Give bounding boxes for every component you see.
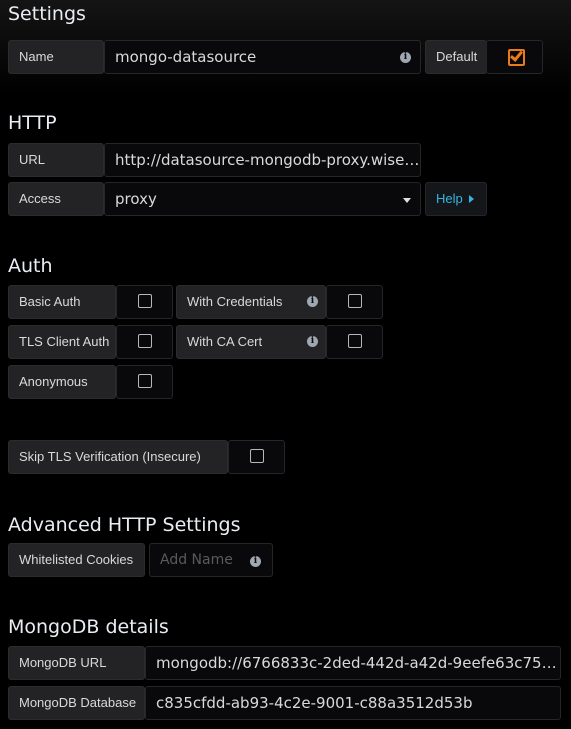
with-credentials-checkbox-cell[interactable] bbox=[326, 285, 383, 319]
url-value: http://datasource-mongodb-proxy.wise-pa bbox=[115, 151, 420, 169]
name-label: Name bbox=[8, 40, 104, 74]
with-credentials-checkbox[interactable] bbox=[348, 294, 362, 308]
default-checkbox-cell[interactable] bbox=[486, 40, 543, 74]
skip-tls-label: Skip TLS Verification (Insecure) bbox=[8, 440, 228, 474]
access-value: proxy bbox=[115, 190, 157, 208]
whitelisted-cookies-label: Whitelisted Cookies bbox=[8, 543, 145, 577]
url-input[interactable]: http://datasource-mongodb-proxy.wise-pa bbox=[104, 143, 421, 177]
cookies-info-icon[interactable]: i bbox=[250, 556, 261, 567]
chevron-right-icon bbox=[469, 195, 474, 203]
chevron-down-icon bbox=[403, 198, 411, 203]
basic-auth-checkbox[interactable] bbox=[138, 294, 152, 308]
url-label: URL bbox=[8, 143, 104, 177]
mongodb-database-label: MongoDB Database bbox=[8, 686, 145, 720]
with-credentials-info-icon[interactable]: i bbox=[307, 296, 318, 307]
access-select[interactable]: proxy bbox=[104, 182, 421, 216]
with-ca-cert-info-icon[interactable]: i bbox=[307, 336, 318, 347]
http-heading: HTTP bbox=[8, 112, 57, 134]
anonymous-label: Anonymous bbox=[8, 365, 116, 399]
name-input[interactable]: mongo-datasource bbox=[104, 40, 421, 74]
mongodb-url-label: MongoDB URL bbox=[8, 646, 145, 680]
with-ca-cert-checkbox-cell[interactable] bbox=[326, 325, 383, 359]
tls-client-auth-label: TLS Client Auth bbox=[8, 325, 116, 359]
name-info-icon[interactable]: i bbox=[400, 52, 411, 63]
mongodb-heading: MongoDB details bbox=[8, 616, 169, 638]
auth-heading: Auth bbox=[8, 255, 53, 277]
help-button[interactable]: Help bbox=[425, 182, 487, 216]
help-label: Help bbox=[436, 191, 463, 206]
tls-client-auth-checkbox-cell[interactable] bbox=[116, 325, 173, 359]
skip-tls-checkbox-cell[interactable] bbox=[228, 440, 285, 474]
settings-heading: Settings bbox=[8, 3, 86, 25]
access-label: Access bbox=[8, 182, 104, 216]
default-checkbox[interactable] bbox=[508, 49, 525, 66]
mongodb-database-value: c835cfdd-ab93-4c2e-9001-c88a3512d53b bbox=[156, 694, 473, 712]
skip-tls-checkbox[interactable] bbox=[250, 449, 264, 463]
anonymous-checkbox-cell[interactable] bbox=[116, 365, 173, 399]
mongodb-database-input[interactable]: c835cfdd-ab93-4c2e-9001-c88a3512d53b bbox=[145, 686, 561, 720]
anonymous-checkbox[interactable] bbox=[138, 374, 152, 388]
basic-auth-label: Basic Auth bbox=[8, 285, 116, 319]
with-ca-cert-checkbox[interactable] bbox=[348, 334, 362, 348]
tls-client-auth-checkbox[interactable] bbox=[138, 334, 152, 348]
with-credentials-label: With Credentials bbox=[176, 285, 326, 319]
mongodb-url-input[interactable]: mongodb://6766833c-2ded-442d-a42d-9eefe6… bbox=[145, 646, 561, 680]
default-label: Default bbox=[425, 40, 487, 74]
with-ca-cert-label: With CA Cert bbox=[176, 325, 326, 359]
basic-auth-checkbox-cell[interactable] bbox=[116, 285, 173, 319]
name-value: mongo-datasource bbox=[115, 48, 257, 66]
mongodb-url-value: mongodb://6766833c-2ded-442d-a42d-9eefe6… bbox=[156, 654, 560, 672]
advanced-heading: Advanced HTTP Settings bbox=[8, 514, 241, 536]
